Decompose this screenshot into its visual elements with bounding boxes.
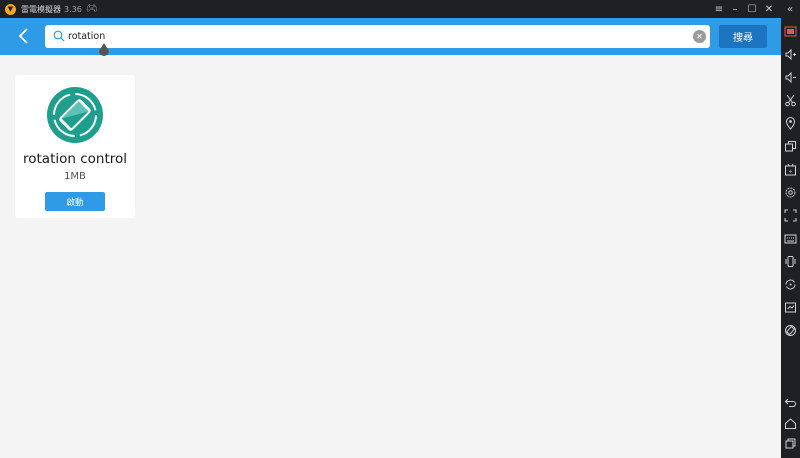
install-apk-icon[interactable]: + bbox=[784, 163, 797, 176]
app-name: rotation control bbox=[22, 151, 128, 167]
nav-back-icon[interactable] bbox=[784, 396, 797, 409]
sync-icon[interactable] bbox=[784, 278, 797, 291]
launch-button[interactable]: 啟動 bbox=[45, 192, 105, 211]
gamepad-icon[interactable]: 🎮︎ bbox=[86, 4, 97, 14]
multi-instance-icon[interactable] bbox=[784, 140, 797, 153]
screenshot-scissors-icon[interactable] bbox=[784, 94, 797, 107]
search-button[interactable]: 搜尋 bbox=[719, 25, 767, 48]
volume-down-icon[interactable] bbox=[784, 71, 797, 84]
search-input[interactable] bbox=[68, 28, 688, 45]
record-icon[interactable] bbox=[784, 301, 797, 314]
emulator-sidebar: + bbox=[781, 18, 800, 458]
minimize-icon[interactable]: – bbox=[727, 0, 743, 18]
svg-text:+: + bbox=[788, 169, 792, 175]
app-result-card[interactable]: rotation control 1MB 啟動 bbox=[15, 75, 135, 218]
rotate-icon[interactable] bbox=[784, 324, 797, 337]
window-title: 雷電模擬器 bbox=[21, 4, 61, 14]
search-icon bbox=[53, 30, 65, 42]
nav-home-icon[interactable] bbox=[784, 417, 797, 430]
clear-icon[interactable]: ✕ bbox=[693, 30, 706, 43]
text-cursor-handle-icon[interactable] bbox=[98, 43, 110, 59]
search-box: ✕ bbox=[45, 25, 710, 48]
app-logo-icon: ▼ bbox=[5, 3, 16, 15]
settings-gear-icon[interactable] bbox=[784, 186, 797, 199]
keyboard-icon[interactable] bbox=[784, 232, 797, 245]
volume-up-icon[interactable] bbox=[784, 48, 797, 61]
location-icon[interactable] bbox=[784, 117, 797, 130]
title-bar: ▼ 雷電模擬器 3.36 🎮︎ bbox=[0, 0, 800, 18]
emulator-screen: ✕ 搜尋 rotation control 1MB 啟動 bbox=[0, 18, 781, 458]
menu-icon[interactable]: ≡ bbox=[711, 0, 727, 18]
collapse-sidebar-icon[interactable]: « bbox=[782, 0, 798, 18]
window-version: 3.36 bbox=[64, 4, 82, 14]
shake-icon[interactable] bbox=[784, 255, 797, 268]
app-size: 1MB bbox=[64, 171, 86, 182]
rotation-control-app-icon bbox=[47, 87, 103, 143]
fullscreen-icon[interactable] bbox=[784, 209, 797, 222]
search-bar: ✕ 搜尋 bbox=[0, 18, 781, 55]
back-arrow-icon[interactable] bbox=[15, 24, 35, 48]
close-icon[interactable]: ✕ bbox=[761, 0, 777, 18]
keyboard-mapping-icon[interactable] bbox=[784, 25, 797, 38]
nav-recent-icon[interactable] bbox=[784, 437, 797, 450]
maximize-icon[interactable]: ☐ bbox=[744, 0, 760, 18]
